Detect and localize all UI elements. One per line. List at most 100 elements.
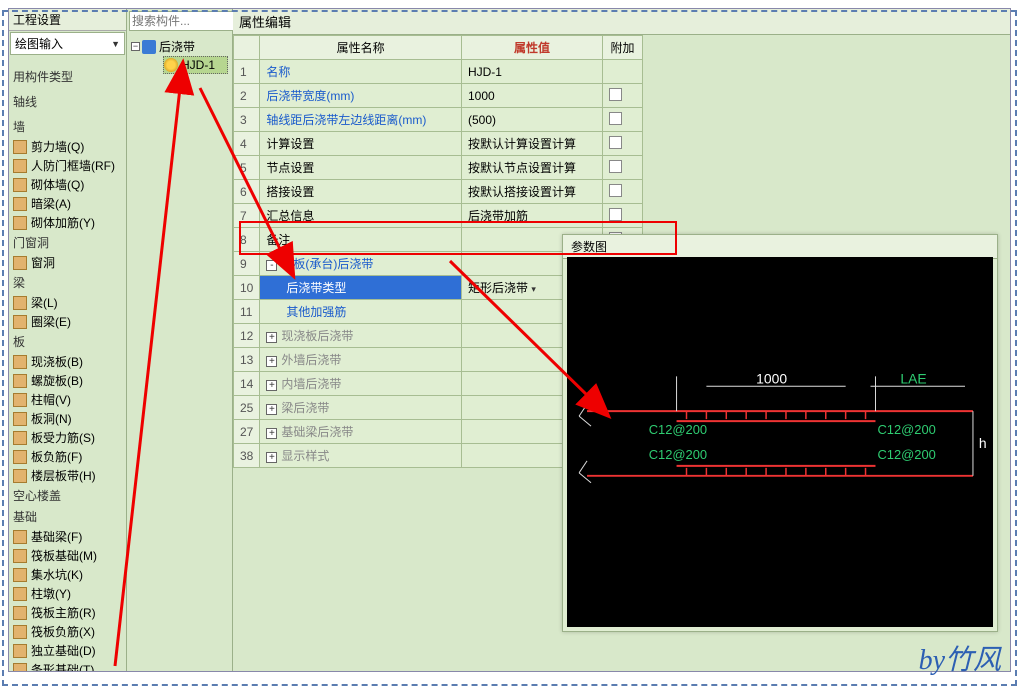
checkbox[interactable] <box>609 208 622 221</box>
tree-root-hjd[interactable]: 后浇带 <box>142 37 195 56</box>
prop-name[interactable]: +显示样式 <box>260 444 462 468</box>
element-icon <box>164 58 178 72</box>
component-item[interactable]: 筏板负筋(X) <box>9 622 126 641</box>
watermark: by竹风 <box>919 638 1001 678</box>
component-label: 条形基础(T) <box>31 661 94 671</box>
prop-name[interactable]: 节点设置 <box>260 156 462 180</box>
group-beam[interactable]: 梁 <box>9 272 126 293</box>
component-icon <box>13 178 27 192</box>
component-icon <box>13 393 27 407</box>
col-extra[interactable]: 附加 <box>603 36 643 60</box>
component-item[interactable]: 螺旋板(B) <box>9 371 126 390</box>
prop-value[interactable]: (500) <box>461 108 602 132</box>
prop-name[interactable]: 搭接设置 <box>260 180 462 204</box>
col-name[interactable]: 属性名称 <box>260 36 462 60</box>
group-found[interactable]: 基础 <box>9 506 126 527</box>
component-icon <box>13 606 27 620</box>
prop-name[interactable]: 名称 <box>260 60 462 84</box>
component-item[interactable]: 圈梁(E) <box>9 312 126 331</box>
col-value[interactable]: 属性值 <box>461 36 602 60</box>
expand-icon[interactable]: + <box>266 428 277 439</box>
row-num: 1 <box>234 60 260 84</box>
component-icon <box>13 530 27 544</box>
checkbox[interactable] <box>609 112 622 125</box>
component-item[interactable]: 板负筋(F) <box>9 447 126 466</box>
prop-extra[interactable] <box>603 84 643 108</box>
component-item[interactable]: 柱墩(Y) <box>9 584 126 603</box>
checkbox[interactable] <box>609 88 622 101</box>
prop-name[interactable]: 其他加强筋 <box>260 300 462 324</box>
draw-input-label: 绘图输入 <box>15 35 63 52</box>
prop-extra[interactable] <box>603 156 643 180</box>
folder-icon <box>142 40 156 54</box>
prop-extra[interactable] <box>603 204 643 228</box>
prop-value[interactable]: 按默认计算设置计算 <box>461 132 602 156</box>
row-num: 5 <box>234 156 260 180</box>
diagram-body: 1000 LAE C12@200 C12@200 C12@200 C12@200… <box>567 257 993 627</box>
component-item[interactable]: 砌体墙(Q) <box>9 175 126 194</box>
component-label: 圈梁(E) <box>31 313 71 330</box>
prop-value[interactable]: HJD-1 <box>461 60 602 84</box>
prop-name[interactable]: +基础梁后浇带 <box>260 420 462 444</box>
tree-node-hjd1[interactable]: HJD-1 <box>163 56 228 74</box>
prop-name-selected[interactable]: 后浇带类型 <box>260 276 462 300</box>
component-item[interactable]: 板受力筋(S) <box>9 428 126 447</box>
component-icon <box>13 256 27 270</box>
draw-input-selector[interactable]: 绘图输入 ▼ <box>10 32 125 55</box>
component-item[interactable]: 基础梁(F) <box>9 527 126 546</box>
prop-name[interactable]: 计算设置 <box>260 132 462 156</box>
prop-name[interactable]: 汇总信息 <box>260 204 462 228</box>
collapse-icon[interactable]: - <box>266 260 277 271</box>
component-item[interactable]: 独立基础(D) <box>9 641 126 660</box>
component-item[interactable]: 条形基础(T) <box>9 660 126 671</box>
prop-extra[interactable] <box>603 132 643 156</box>
tree-panel: 🔍 − 后浇带 HJD-1 <box>127 9 233 671</box>
component-item[interactable]: 剪力墙(Q) <box>9 137 126 156</box>
expand-icon[interactable]: + <box>266 380 277 391</box>
expand-icon[interactable]: + <box>266 452 277 463</box>
component-label: 螺旋板(B) <box>31 372 83 389</box>
component-item[interactable]: 暗梁(A) <box>9 194 126 213</box>
prop-value[interactable]: 后浇带加筋 <box>461 204 602 228</box>
component-item[interactable]: 筏板基础(M) <box>9 546 126 565</box>
component-item[interactable]: 人防门框墙(RF) <box>9 156 126 175</box>
component-item[interactable]: 梁(L) <box>9 293 126 312</box>
group-slab[interactable]: 板 <box>9 331 126 352</box>
checkbox[interactable] <box>609 136 622 149</box>
checkbox[interactable] <box>609 184 622 197</box>
prop-name[interactable]: +内墙后浇带 <box>260 372 462 396</box>
component-item[interactable]: 柱帽(V) <box>9 390 126 409</box>
prop-value[interactable]: 按默认搭接设置计算 <box>461 180 602 204</box>
component-item[interactable]: 楼层板带(H) <box>9 466 126 485</box>
chevron-down-icon[interactable]: ▾ <box>531 284 536 294</box>
prop-name[interactable]: +外墙后浇带 <box>260 348 462 372</box>
prop-extra[interactable] <box>603 180 643 204</box>
row-num: 8 <box>234 228 260 252</box>
prop-extra[interactable] <box>603 60 643 84</box>
prop-name[interactable]: +梁后浇带 <box>260 396 462 420</box>
prop-extra[interactable] <box>603 108 643 132</box>
checkbox[interactable] <box>609 160 622 173</box>
collapse-icon[interactable]: − <box>131 42 140 51</box>
prop-name[interactable]: 备注 <box>260 228 462 252</box>
prop-name[interactable]: +现浇板后浇带 <box>260 324 462 348</box>
expand-icon[interactable]: + <box>266 332 277 343</box>
prop-value[interactable]: 1000 <box>461 84 602 108</box>
group-door[interactable]: 门窗洞 <box>9 232 126 253</box>
prop-value[interactable]: 按默认节点设置计算 <box>461 156 602 180</box>
prop-name[interactable]: 轴线距后浇带左边线距离(mm) <box>260 108 462 132</box>
component-item[interactable]: 窗洞 <box>9 253 126 272</box>
expand-icon[interactable]: + <box>266 356 277 367</box>
component-icon <box>13 412 27 426</box>
group-hollow[interactable]: 空心楼盖 <box>9 485 126 506</box>
component-item[interactable]: 集水坑(K) <box>9 565 126 584</box>
component-item[interactable]: 现浇板(B) <box>9 352 126 371</box>
group-wall[interactable]: 墙 <box>9 116 126 137</box>
row-num: 4 <box>234 132 260 156</box>
component-item[interactable]: 筏板主筋(R) <box>9 603 126 622</box>
component-item[interactable]: 板洞(N) <box>9 409 126 428</box>
prop-name[interactable]: -筏板(承台)后浇带 <box>260 252 462 276</box>
expand-icon[interactable]: + <box>266 404 277 415</box>
component-item[interactable]: 砌体加筋(Y) <box>9 213 126 232</box>
prop-name[interactable]: 后浇带宽度(mm) <box>260 84 462 108</box>
